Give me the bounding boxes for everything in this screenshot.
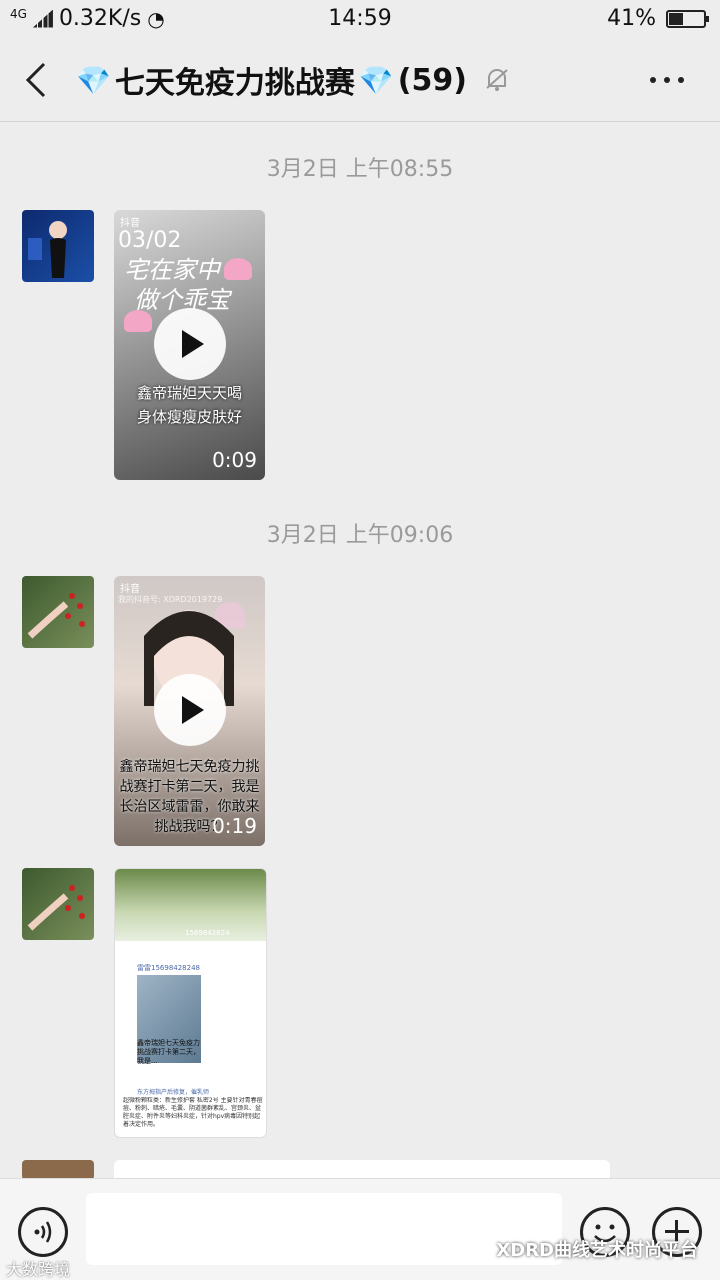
watermark: 大数跨境	[6, 1260, 71, 1279]
mute-bell-icon	[486, 69, 508, 91]
input-bar	[0, 1178, 720, 1280]
image-author: 雷雷15698428248	[137, 964, 200, 972]
video-duration: 0:09	[212, 448, 257, 472]
timestamp: 3月2日 上午09:06	[266, 523, 454, 548]
member-count: (59)	[397, 62, 467, 98]
video-caption: 身体瘦瘦皮肤好	[136, 408, 242, 426]
timestamp: 3月2日 上午08:55	[266, 157, 454, 182]
avatar-image	[28, 221, 67, 278]
watermark: XDRD曲线艺术时尚平台	[496, 1240, 698, 1261]
avatar[interactable]	[22, 576, 94, 648]
voice-icon	[34, 1221, 52, 1243]
image-post-text: 鑫帝瑞妲七天免疫力挑战赛打卡第二天，我是...	[137, 1039, 200, 1065]
play-icon[interactable]	[154, 308, 226, 380]
play-icon[interactable]	[154, 674, 226, 746]
butterfly-icon	[224, 258, 252, 280]
avatar-image	[27, 593, 85, 639]
video-message[interactable]: 抖音 我的抖音号: XDRD2019729 鑫帝瑞妲七天免疫力挑 战赛打卡第二天…	[114, 576, 265, 846]
back-arrow-icon[interactable]	[22, 60, 52, 100]
image-footer-title: 东方拇指产后修复，催乳师	[137, 1089, 210, 1096]
avatar[interactable]	[22, 868, 94, 940]
diamond-icon: 💎	[76, 63, 111, 97]
image-footer-text: 超微粉颗粒类：新生修护套 私密2号 主要针对青春痘痘、粉刺、暗疮、毛囊、阴道菌群…	[123, 1097, 263, 1128]
battery-percent: 41%	[607, 6, 656, 31]
douyin-logo: 抖音	[120, 584, 140, 595]
douyin-logo: 抖音	[120, 218, 140, 229]
message-input[interactable]	[86, 1193, 562, 1265]
more-options-button[interactable]	[650, 70, 690, 90]
butterfly-icon	[124, 310, 152, 332]
chat-header: 💎 七天免疫力挑战赛 💎 (59)	[0, 40, 720, 122]
video-caption: 战赛打卡第二天，我是	[119, 779, 260, 795]
battery-icon	[666, 9, 709, 28]
group-name: 七天免疫力挑战赛	[114, 66, 355, 101]
video-caption: 鑫帝瑞妲天天喝	[136, 384, 242, 402]
status-bar: 4G 0.32K/s ◔ 14:59 41%	[0, 0, 720, 40]
image-message[interactable]: 1569842824 雷雷15698428248 鑫帝瑞妲七天免疫力挑战赛打卡第…	[114, 868, 267, 1138]
video-caption: 鑫帝瑞妲七天免疫力挑	[119, 759, 260, 775]
video-duration: 0:19	[212, 814, 257, 838]
avatar[interactable]	[22, 210, 94, 282]
avatar[interactable]	[22, 1160, 94, 1180]
voice-input-button[interactable]	[18, 1207, 68, 1257]
diamond-icon: 💎	[358, 63, 394, 97]
image-phone: 1569842824	[185, 929, 230, 937]
video-message[interactable]: 抖音 03/02 宅在家中 做个乖宝 鑫帝瑞妲天天喝 身体瘦瘦皮肤好 0:09	[114, 210, 265, 480]
avatar-image	[27, 885, 85, 931]
chat-title: 💎 七天免疫力挑战赛 💎 (59)	[72, 58, 509, 102]
